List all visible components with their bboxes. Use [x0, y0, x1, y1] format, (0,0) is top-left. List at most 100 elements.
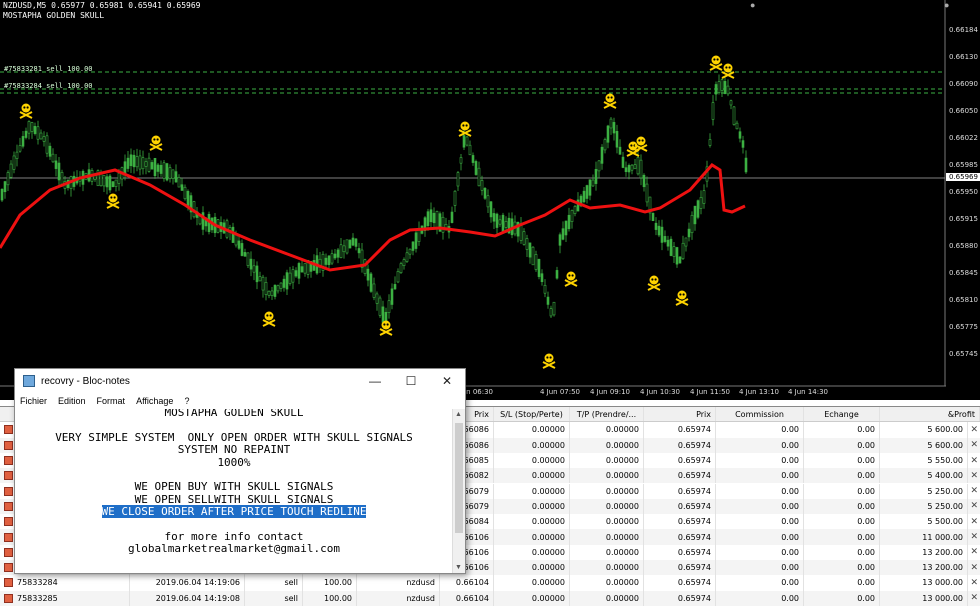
cell-text: 0.00000 [531, 486, 565, 496]
line-text: 1000% [217, 455, 251, 469]
notepad-window[interactable]: recovry - Bloc-notes — ☐ ✕ Fichier Editi… [14, 368, 466, 574]
candle-body [270, 290, 274, 297]
cell-type: sell [245, 590, 303, 606]
col-swap[interactable]: Echange [804, 407, 880, 422]
notepad-scrollbar[interactable]: ▲ ▼ [452, 409, 465, 573]
menu-affichage[interactable]: Affichage [136, 396, 173, 406]
cell-text: nzdusd [406, 593, 435, 603]
cell-text: 0.00000 [605, 440, 639, 450]
close-order-icon[interactable]: ✕ [970, 422, 978, 437]
candle-body [150, 162, 154, 170]
close-order-icon[interactable]: ✕ [970, 591, 978, 606]
line-text: MOSTAPHA GOLDEN SKULL [164, 409, 304, 419]
menu-edition[interactable]: Edition [58, 396, 86, 406]
price-tick: 0.65880 [949, 242, 978, 250]
candle-body [399, 263, 403, 273]
candle-body [6, 172, 10, 186]
candle-body [258, 276, 262, 282]
cell-text: 100.00 [324, 578, 352, 588]
candle-body [252, 265, 256, 273]
notepad-text-area[interactable]: MOSTAPHA GOLDEN SKULL VERY SIMPLE SYSTEM … [15, 409, 453, 573]
menu-format[interactable]: Format [97, 396, 126, 406]
col-profit[interactable]: &Profit [880, 407, 980, 422]
chart-canvas[interactable] [0, 0, 946, 400]
price-tick: 0.65985 [949, 161, 978, 169]
close-order-icon[interactable]: ✕ [970, 560, 978, 575]
options-dot-icon[interactable]: ● [750, 0, 755, 10]
notepad-titlebar[interactable]: recovry - Bloc-notes — ☐ ✕ [15, 369, 465, 393]
cell-cur: 0.65974 [644, 560, 716, 576]
candle-body [474, 161, 478, 175]
options-dot-icon[interactable]: ● [944, 0, 949, 10]
candle-body [387, 300, 391, 313]
candle-body [624, 167, 628, 173]
skull-signal-icon [675, 290, 689, 306]
skull-signal-icon [564, 271, 578, 287]
candle-body [141, 157, 145, 170]
cell-text: 0.00 [781, 547, 799, 557]
cell-profit: 5 600.00 [880, 437, 968, 453]
cell-text: 0.00 [857, 425, 875, 435]
notepad-line: WE OPEN SELLWITH SKULL SIGNALS [15, 493, 453, 506]
cell-commission: 0.00 [716, 544, 804, 560]
skull-signal-icon [626, 141, 640, 157]
candle-body [291, 269, 295, 283]
close-order-icon[interactable]: ✕ [970, 514, 978, 529]
cell-profit: 5 550.00 [880, 452, 968, 469]
cell-text: 0.00000 [605, 593, 639, 603]
cell-text: 0.00000 [605, 532, 639, 542]
candle-body [243, 252, 247, 257]
candle-body [669, 238, 673, 256]
close-order-icon[interactable]: ✕ [970, 453, 978, 468]
close-icon[interactable]: ✕ [429, 374, 465, 388]
notepad-title: recovry - Bloc-notes [41, 375, 130, 387]
cell-tp: 0.00000 [570, 437, 644, 453]
menu-help[interactable]: ? [184, 396, 189, 406]
close-order-icon[interactable]: ✕ [970, 545, 978, 560]
scroll-thumb[interactable] [455, 423, 463, 533]
scroll-down-icon[interactable]: ▼ [455, 564, 462, 571]
col-commission[interactable]: Commission [716, 407, 804, 422]
col-sl[interactable]: S/L (Stop/Perte) [494, 407, 570, 422]
close-order-icon[interactable]: ✕ [970, 575, 978, 590]
candle-body [498, 219, 502, 225]
candle-body [33, 126, 37, 134]
candle-body [354, 238, 358, 247]
candle-body [285, 272, 289, 290]
price-chart[interactable]: NZDUSD,M5 0.65977 0.65981 0.65941 0.6596… [0, 0, 980, 400]
price-tick: 0.65845 [949, 269, 978, 277]
candle-body [30, 122, 34, 132]
candle-body [45, 135, 49, 154]
close-order-icon[interactable]: ✕ [970, 468, 978, 483]
sell-order-icon [4, 501, 13, 511]
sell-order-icon [4, 532, 13, 542]
close-order-icon[interactable]: ✕ [970, 499, 978, 514]
cell-sl: 0.00000 [494, 590, 570, 606]
cell-tp: 0.00000 [570, 529, 644, 545]
cell-profit: 5 250.00 [880, 498, 968, 515]
cell-text: 0.00000 [531, 547, 565, 557]
col-current-price[interactable]: Prix [644, 407, 716, 422]
table-row[interactable]: 75833285 2019.06.04 14:19:08 sell 100.00 nzd… [0, 590, 980, 606]
table-row[interactable]: 75833284 2019.06.04 14:19:06 sell 100.00 nzd… [0, 575, 980, 591]
close-order-icon[interactable]: ✕ [970, 529, 978, 544]
cell-commission: 0.00 [716, 422, 804, 438]
close-order-icon[interactable]: ✕ [970, 438, 978, 453]
menu-fichier[interactable]: Fichier [20, 396, 47, 406]
skull-signal-icon [149, 135, 163, 151]
minimize-icon[interactable]: — [357, 374, 393, 388]
cell-tp: 0.00000 [570, 452, 644, 469]
close-order-icon[interactable]: ✕ [970, 484, 978, 499]
candle-body [486, 195, 490, 208]
candle-body [393, 284, 397, 290]
maximize-icon[interactable]: ☐ [393, 374, 429, 388]
candle-body [54, 160, 58, 169]
candle-body [396, 271, 400, 283]
scroll-up-icon[interactable]: ▲ [455, 411, 462, 418]
cell-cur: 0.65974 [644, 575, 716, 591]
col-tp[interactable]: T/P (Prendre/... [570, 407, 644, 422]
candle-body [612, 122, 616, 134]
sell-order-icon [4, 486, 13, 496]
candle-body [267, 290, 271, 296]
cell-text: 11 000.00 [922, 532, 963, 542]
